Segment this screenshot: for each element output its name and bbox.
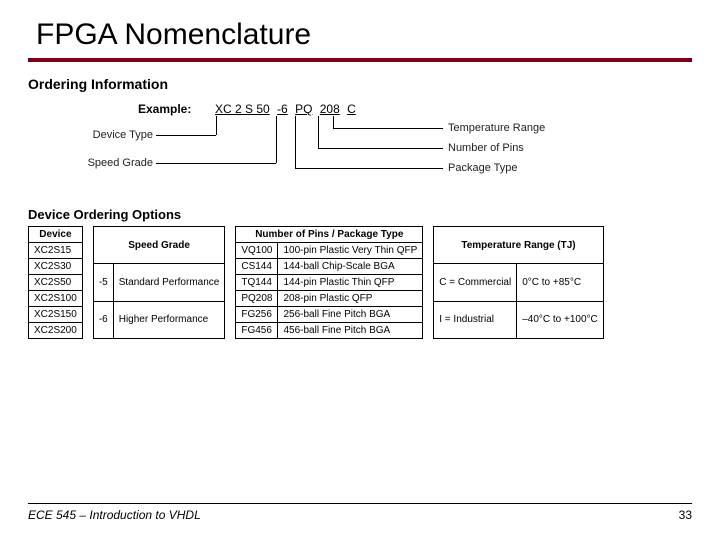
- pn-device: XC 2 S 50: [213, 102, 272, 116]
- table-row: XC2S30: [29, 259, 83, 275]
- th-device: Device: [29, 227, 83, 243]
- table-row: FG256256-ball Fine Pitch BGA: [236, 307, 423, 323]
- table-row: XC2S100: [29, 291, 83, 307]
- table-row: FG456456-ball Fine Pitch BGA: [236, 323, 423, 339]
- example-diagram: Example: XC 2 S 50 -6 PQ 208 C Device Ty…: [28, 102, 692, 197]
- example-label: Example:: [138, 102, 191, 116]
- section-ordering-info: Ordering Information: [28, 76, 692, 92]
- table-row: XC2S15: [29, 243, 83, 259]
- page-title: FPGA Nomenclature: [36, 18, 692, 52]
- table-row: -6Higher Performance: [93, 301, 225, 338]
- callout-line: [276, 116, 277, 163]
- callout-line: [295, 116, 296, 168]
- callout-line: [295, 168, 443, 169]
- th-speed: Speed Grade: [93, 227, 225, 264]
- footer-rule: [28, 503, 692, 504]
- footer-course: ECE 545 – Introduction to VHDL: [28, 508, 201, 522]
- pn-temp: C: [345, 102, 358, 116]
- table-row: XC2S50: [29, 275, 83, 291]
- callout-device-type: Device Type: [58, 129, 153, 141]
- temp-table: Temperature Range (TJ) C = Commercial0°C…: [433, 226, 604, 339]
- th-temp: Temperature Range (TJ): [434, 227, 604, 264]
- callout-pkg-type: Package Type: [448, 162, 518, 174]
- table-row: XC2S200: [29, 323, 83, 339]
- pn-pkg: PQ: [293, 102, 314, 116]
- title-rule: [28, 58, 692, 62]
- callout-line: [333, 128, 443, 129]
- callout-line: [156, 163, 276, 164]
- callout-line: [318, 116, 319, 148]
- table-row: TQ144144-pin Plastic Thin QFP: [236, 275, 423, 291]
- pkg-table: Number of Pins / Package Type VQ100100-p…: [235, 226, 423, 339]
- table-row: I = Industrial–40°C to +100°C: [434, 301, 604, 338]
- part-number: XC 2 S 50 -6 PQ 208 C: [213, 102, 358, 116]
- tables-row: Device XC2S15 XC2S30 XC2S50 XC2S100 XC2S…: [28, 226, 692, 339]
- th-pkg: Number of Pins / Package Type: [236, 227, 423, 243]
- callout-speed-grade: Speed Grade: [58, 157, 153, 169]
- callout-line: [216, 116, 217, 135]
- page-number: 33: [679, 508, 692, 522]
- pn-speed: -6: [275, 102, 290, 116]
- callout-line: [333, 116, 334, 128]
- speed-table: Speed Grade -5Standard Performance -6Hig…: [93, 226, 226, 339]
- footer: ECE 545 – Introduction to VHDL 33: [28, 503, 692, 522]
- callout-line: [156, 135, 216, 136]
- table-row: PQ208208-pin Plastic QFP: [236, 291, 423, 307]
- callout-temp-range: Temperature Range: [448, 122, 545, 134]
- pn-pins: 208: [318, 102, 342, 116]
- callout-line: [318, 148, 443, 149]
- device-table: Device XC2S15 XC2S30 XC2S50 XC2S100 XC2S…: [28, 226, 83, 339]
- table-row: -5Standard Performance: [93, 264, 225, 301]
- slide: FPGA Nomenclature Ordering Information E…: [0, 0, 720, 540]
- table-row: XC2S150: [29, 307, 83, 323]
- callout-num-pins: Number of Pins: [448, 142, 524, 154]
- section-device-options: Device Ordering Options: [28, 207, 692, 222]
- table-row: C = Commercial0°C to +85°C: [434, 264, 604, 301]
- table-row: CS144144-ball Chip-Scale BGA: [236, 259, 423, 275]
- table-row: VQ100100-pin Plastic Very Thin QFP: [236, 243, 423, 259]
